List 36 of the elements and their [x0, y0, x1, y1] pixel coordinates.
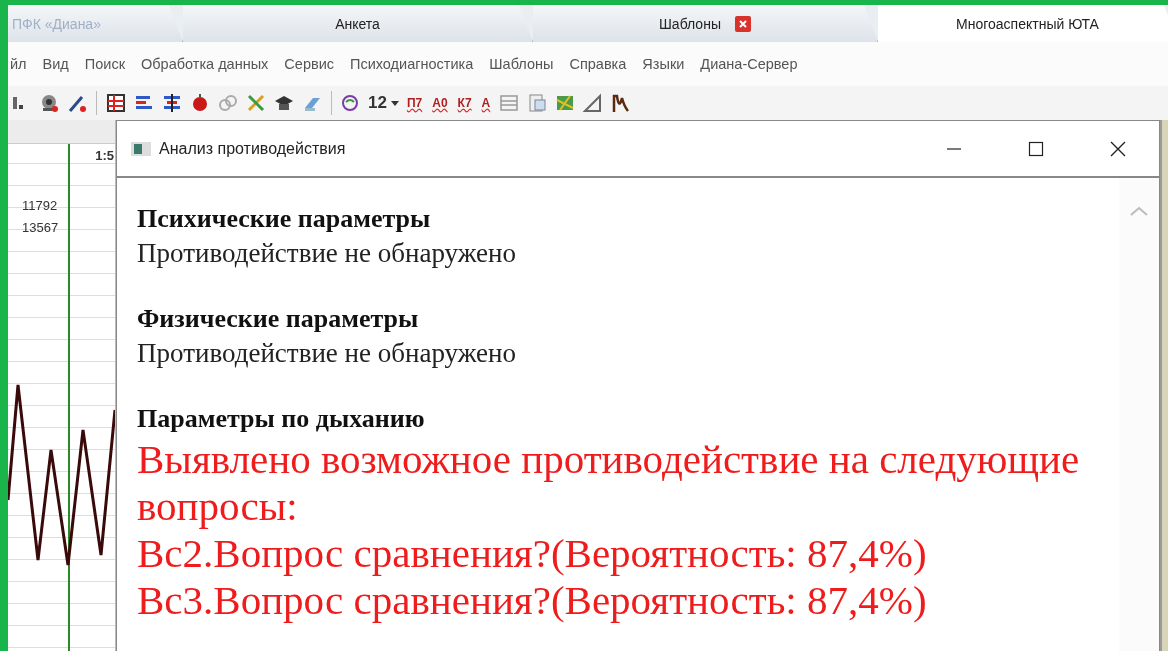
status-text: Противодействие не обнаружено — [137, 237, 517, 270]
menu-item[interactable]: Психодиагностика — [342, 56, 482, 72]
toolbar-button[interactable]: К7 — [455, 96, 474, 110]
window-title: Анализ противодействия — [159, 139, 347, 158]
menu-item[interactable]: Сервис — [276, 56, 342, 72]
tab[interactable]: Шаблоны — [533, 5, 878, 42]
menu-item[interactable]: Диана-Сервер — [692, 56, 806, 72]
menu-item[interactable]: Языки — [634, 56, 693, 72]
warning-text: Выявлено возможное противодействие на следующие вопросы: — [137, 436, 1081, 530]
warning-text: Вс2.Вопрос сравнения?(Вероятность: 87,4%) — [137, 530, 928, 577]
reading-label: 13567 — [22, 220, 59, 235]
section-heading: Параметры по дыханию — [137, 403, 426, 435]
menu-item[interactable]: Вид — [34, 56, 77, 72]
close-icon[interactable] — [1110, 140, 1126, 157]
tab[interactable]: Многоаспектный ЮТА — [878, 5, 1168, 42]
section-heading: Физические параметры — [137, 303, 420, 335]
time-label: 1:5 — [95, 148, 114, 163]
scale-icon[interactable] — [161, 92, 183, 114]
caret-icon — [390, 100, 399, 106]
tab[interactable]: Анкета — [183, 5, 533, 42]
reading-label: 11792 — [22, 198, 58, 213]
font-size-dropdown[interactable]: 12 — [368, 93, 399, 113]
menu-item[interactable]: Шаблоны — [481, 56, 562, 72]
toolbar-button[interactable]: А — [479, 96, 493, 110]
status-text: Противодействие не обнаружено — [137, 337, 517, 370]
table-icon[interactable] — [105, 92, 127, 114]
toolbar-button[interactable]: П7 — [404, 96, 425, 110]
window-icon — [131, 140, 151, 157]
menu-item[interactable]: Поиск — [76, 56, 133, 72]
maximize-icon[interactable] — [1028, 140, 1044, 157]
toolbar-button[interactable]: А0 — [430, 96, 450, 110]
section-heading: Психические параметры — [137, 203, 432, 235]
menu-item[interactable]: йл — [8, 56, 35, 72]
menu-item[interactable]: Справка — [561, 56, 635, 72]
menu-item[interactable]: Обработка данных — [133, 56, 277, 72]
warning-text: Вс3.Вопрос сравнения?(Вероятность: 87,4%) — [137, 577, 928, 624]
